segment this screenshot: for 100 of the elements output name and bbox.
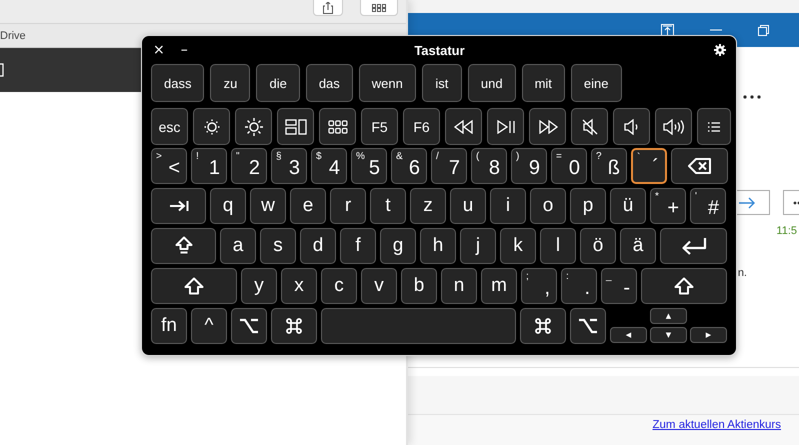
key[interactable] [660, 228, 727, 264]
suggestion-key[interactable]: und [468, 64, 516, 102]
key[interactable]: ? ß [591, 148, 627, 184]
windows-icon [284, 118, 306, 134]
key[interactable]: ^ [191, 308, 227, 344]
column-header: Drive [0, 30, 26, 42]
key[interactable]: k [500, 228, 536, 264]
key[interactable]: % 5 [351, 148, 387, 184]
key[interactable]: n [441, 268, 477, 304]
suggestion-key[interactable]: das [306, 64, 353, 102]
key[interactable]: " 2 [231, 148, 267, 184]
key[interactable]: z [410, 188, 446, 224]
suggestion-key[interactable]: eine [570, 64, 622, 102]
key[interactable]: i [490, 188, 526, 224]
shift-label: ' [695, 191, 697, 203]
key[interactable]: ) 9 [511, 148, 547, 184]
key[interactable] [570, 308, 606, 344]
key[interactable]: l [540, 228, 576, 264]
key[interactable]: h [420, 228, 456, 264]
key[interactable]: q [210, 188, 246, 224]
shift-label: " [236, 151, 240, 163]
key[interactable]: w [250, 188, 286, 224]
key[interactable]: F6 [403, 108, 440, 145]
key[interactable]: f [340, 228, 376, 264]
key[interactable]: ' # [690, 188, 726, 224]
key[interactable]: e [290, 188, 326, 224]
key[interactable]: p [570, 188, 606, 224]
key[interactable]: ü [610, 188, 646, 224]
key[interactable]: c [321, 268, 357, 304]
key[interactable] [151, 228, 216, 264]
key[interactable] [193, 108, 230, 145]
key[interactable] [655, 108, 692, 145]
key-label: 5 [368, 158, 380, 178]
key[interactable] [641, 268, 727, 304]
key[interactable]: : . [561, 268, 597, 304]
key[interactable] [529, 108, 566, 145]
key[interactable]: ` ´ [631, 148, 667, 184]
key[interactable]: j [460, 228, 496, 264]
key[interactable] [151, 188, 206, 224]
suggestion-key[interactable]: wenn [358, 64, 416, 102]
key[interactable]: _ - [601, 268, 637, 304]
key[interactable]: u [450, 188, 486, 224]
restore-icon[interactable] [758, 24, 769, 36]
key-label: ß [608, 158, 620, 178]
key[interactable] [235, 108, 272, 145]
more-icon[interactable] [743, 95, 761, 99]
key[interactable] [445, 108, 482, 145]
suggestion-key[interactable]: zu [210, 64, 250, 102]
key[interactable]: § 3 [271, 148, 307, 184]
key[interactable]: ; , [521, 268, 557, 304]
key[interactable]: ( 8 [471, 148, 507, 184]
close-button[interactable]: × [151, 42, 167, 58]
key[interactable]: d [300, 228, 336, 264]
key[interactable]: o [530, 188, 566, 224]
key[interactable]: y [241, 268, 277, 304]
upload-icon[interactable] [661, 24, 674, 36]
key[interactable]: v [361, 268, 397, 304]
key[interactable] [271, 308, 317, 344]
minimize-button[interactable]: – [178, 42, 190, 58]
key[interactable]: a [220, 228, 256, 264]
suggestion-key[interactable]: dass [151, 64, 204, 102]
suggestion-key[interactable]: mit [522, 64, 565, 102]
key[interactable]: ö [580, 228, 616, 264]
key[interactable] [697, 108, 731, 145]
key[interactable] [277, 108, 314, 145]
key[interactable]: = 0 [551, 148, 587, 184]
key[interactable]: fn [151, 308, 187, 344]
key[interactable] [487, 108, 524, 145]
key[interactable] [671, 148, 728, 184]
settings-icon[interactable] [714, 44, 726, 56]
key[interactable] [231, 308, 267, 344]
key[interactable]: * + [650, 188, 686, 224]
key[interactable]: > < [151, 148, 187, 184]
key[interactable] [151, 268, 237, 304]
key[interactable] [520, 308, 566, 344]
key[interactable]: g [380, 228, 416, 264]
share-button[interactable] [313, 0, 343, 16]
key[interactable]: & 6 [391, 148, 427, 184]
key[interactable]: r [330, 188, 366, 224]
key[interactable]: esc [151, 108, 188, 145]
suggestion-key[interactable]: die [256, 64, 300, 102]
key[interactable]: ä [620, 228, 656, 264]
key[interactable] [571, 108, 608, 145]
key[interactable]: t [370, 188, 406, 224]
key[interactable]: F5 [361, 108, 398, 145]
key[interactable]: ! 1 [191, 148, 227, 184]
key[interactable]: $ 4 [311, 148, 347, 184]
key[interactable] [319, 108, 356, 145]
key[interactable]: x [281, 268, 317, 304]
minimize-icon[interactable] [710, 29, 722, 31]
view-button[interactable] [360, 0, 398, 16]
option-icon [239, 318, 259, 334]
key[interactable]: m [481, 268, 517, 304]
key-label: 4 [328, 158, 340, 178]
key[interactable]: b [401, 268, 437, 304]
suggestion-key[interactable]: ist [422, 64, 462, 102]
stock-link[interactable]: Zum aktuellen Aktienkurs [652, 419, 781, 431]
key[interactable]: s [260, 228, 296, 264]
key[interactable] [613, 108, 650, 145]
key[interactable]: / 7 [431, 148, 467, 184]
